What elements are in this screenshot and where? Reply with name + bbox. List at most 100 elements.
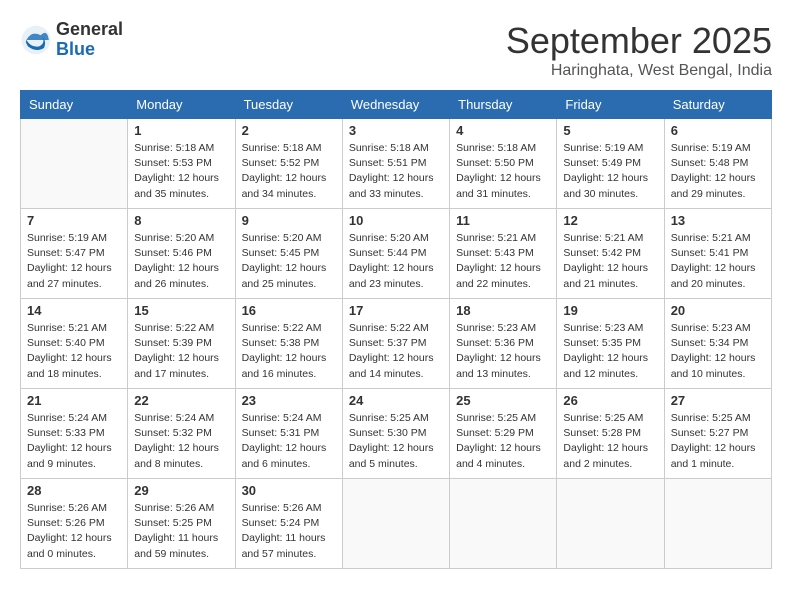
logo-text: General Blue (56, 20, 123, 60)
day-number: 8 (134, 213, 228, 228)
calendar-cell (664, 479, 771, 569)
day-info: Sunrise: 5:20 AM Sunset: 5:45 PM Dayligh… (242, 231, 336, 292)
page-header: General Blue September 2025 Haringhata, … (20, 20, 772, 80)
calendar-cell: 3 Sunrise: 5:18 AM Sunset: 5:51 PM Daylig… (342, 119, 449, 209)
day-info: Sunrise: 5:19 AM Sunset: 5:49 PM Dayligh… (563, 141, 657, 202)
calendar-cell: 24 Sunrise: 5:25 AM Sunset: 5:30 PM Dayli… (342, 389, 449, 479)
day-number: 15 (134, 303, 228, 318)
calendar-cell: 20Sunrise: 5:23 AM Sunset: 5:34 PM Dayli… (664, 299, 771, 389)
day-number: 18 (456, 303, 550, 318)
day-info: Sunrise: 5:24 AM Sunset: 5:33 PM Dayligh… (27, 411, 121, 472)
day-number: 16 (242, 303, 336, 318)
calendar-cell: 14Sunrise: 5:21 AM Sunset: 5:40 PM Dayli… (21, 299, 128, 389)
day-number: 2 (242, 123, 336, 138)
day-number: 11 (456, 213, 550, 228)
location: Haringhata, West Bengal, India (506, 62, 772, 80)
day-number: 23 (242, 393, 336, 408)
days-of-week-row: SundayMondayTuesdayWednesdayThursdayFrid… (21, 91, 772, 119)
calendar-cell: 4Sunrise: 5:18 AM Sunset: 5:50 PM Daylig… (450, 119, 557, 209)
day-number: 29 (134, 483, 228, 498)
calendar-header: SundayMondayTuesdayWednesdayThursdayFrid… (21, 91, 772, 119)
day-info: Sunrise: 5:21 AM Sunset: 5:41 PM Dayligh… (671, 231, 765, 292)
calendar-table: SundayMondayTuesdayWednesdayThursdayFrid… (20, 90, 772, 569)
day-info: Sunrise: 5:18 AM Sunset: 5:50 PM Dayligh… (456, 141, 550, 202)
calendar-cell: 18 Sunrise: 5:23 AM Sunset: 5:36 PM Dayli… (450, 299, 557, 389)
week-row-3: 14Sunrise: 5:21 AM Sunset: 5:40 PM Dayli… (21, 299, 772, 389)
day-number: 22 (134, 393, 228, 408)
calendar-cell: 10Sunrise: 5:20 AM Sunset: 5:44 PM Dayli… (342, 209, 449, 299)
calendar-cell: 6 Sunrise: 5:19 AM Sunset: 5:48 PM Daylig… (664, 119, 771, 209)
day-number: 5 (563, 123, 657, 138)
day-of-week-thursday: Thursday (450, 91, 557, 119)
day-info: Sunrise: 5:23 AM Sunset: 5:34 PM Dayligh… (671, 321, 765, 382)
calendar-cell: 17Sunrise: 5:22 AM Sunset: 5:37 PM Dayli… (342, 299, 449, 389)
day-info: Sunrise: 5:20 AM Sunset: 5:46 PM Dayligh… (134, 231, 228, 292)
calendar-cell: 25 Sunrise: 5:25 AM Sunset: 5:29 PM Dayli… (450, 389, 557, 479)
calendar-cell: 15Sunrise: 5:22 AM Sunset: 5:39 PM Dayli… (128, 299, 235, 389)
day-number: 9 (242, 213, 336, 228)
calendar-cell: 8 Sunrise: 5:20 AM Sunset: 5:46 PM Daylig… (128, 209, 235, 299)
calendar-cell: 19Sunrise: 5:23 AM Sunset: 5:35 PM Dayli… (557, 299, 664, 389)
day-info: Sunrise: 5:26 AM Sunset: 5:26 PM Dayligh… (27, 501, 121, 562)
calendar-cell: 22Sunrise: 5:24 AM Sunset: 5:32 PM Dayli… (128, 389, 235, 479)
day-info: Sunrise: 5:25 AM Sunset: 5:30 PM Dayligh… (349, 411, 443, 472)
day-number: 7 (27, 213, 121, 228)
day-number: 30 (242, 483, 336, 498)
day-number: 26 (563, 393, 657, 408)
calendar-cell: 2Sunrise: 5:18 AM Sunset: 5:52 PM Daylig… (235, 119, 342, 209)
calendar-cell: 7 Sunrise: 5:19 AM Sunset: 5:47 PM Daylig… (21, 209, 128, 299)
calendar-cell: 9 Sunrise: 5:20 AM Sunset: 5:45 PM Daylig… (235, 209, 342, 299)
week-row-4: 21 Sunrise: 5:24 AM Sunset: 5:33 PM Dayli… (21, 389, 772, 479)
day-info: Sunrise: 5:23 AM Sunset: 5:36 PM Dayligh… (456, 321, 550, 382)
calendar-cell: 12 Sunrise: 5:21 AM Sunset: 5:42 PM Dayli… (557, 209, 664, 299)
day-info: Sunrise: 5:25 AM Sunset: 5:27 PM Dayligh… (671, 411, 765, 472)
day-of-week-sunday: Sunday (21, 91, 128, 119)
day-info: Sunrise: 5:18 AM Sunset: 5:53 PM Dayligh… (134, 141, 228, 202)
day-number: 24 (349, 393, 443, 408)
week-row-5: 28 Sunrise: 5:26 AM Sunset: 5:26 PM Dayli… (21, 479, 772, 569)
day-number: 17 (349, 303, 443, 318)
day-info: Sunrise: 5:25 AM Sunset: 5:28 PM Dayligh… (563, 411, 657, 472)
day-info: Sunrise: 5:26 AM Sunset: 5:25 PM Dayligh… (134, 501, 228, 562)
calendar-cell: 30 Sunrise: 5:26 AM Sunset: 5:24 PM Dayli… (235, 479, 342, 569)
day-info: Sunrise: 5:25 AM Sunset: 5:29 PM Dayligh… (456, 411, 550, 472)
day-number: 13 (671, 213, 765, 228)
calendar-cell: 21 Sunrise: 5:24 AM Sunset: 5:33 PM Dayli… (21, 389, 128, 479)
calendar-cell: 1Sunrise: 5:18 AM Sunset: 5:53 PM Daylig… (128, 119, 235, 209)
day-info: Sunrise: 5:20 AM Sunset: 5:44 PM Dayligh… (349, 231, 443, 292)
day-number: 25 (456, 393, 550, 408)
day-number: 6 (671, 123, 765, 138)
day-info: Sunrise: 5:19 AM Sunset: 5:48 PM Dayligh… (671, 141, 765, 202)
day-of-week-wednesday: Wednesday (342, 91, 449, 119)
day-number: 3 (349, 123, 443, 138)
title-block: September 2025 Haringhata, West Bengal, … (506, 20, 772, 80)
calendar-cell: 16 Sunrise: 5:22 AM Sunset: 5:38 PM Dayli… (235, 299, 342, 389)
calendar-cell (450, 479, 557, 569)
day-info: Sunrise: 5:21 AM Sunset: 5:40 PM Dayligh… (27, 321, 121, 382)
day-number: 27 (671, 393, 765, 408)
day-number: 28 (27, 483, 121, 498)
day-info: Sunrise: 5:21 AM Sunset: 5:43 PM Dayligh… (456, 231, 550, 292)
calendar-cell (21, 119, 128, 209)
calendar-cell (342, 479, 449, 569)
day-info: Sunrise: 5:23 AM Sunset: 5:35 PM Dayligh… (563, 321, 657, 382)
week-row-2: 7 Sunrise: 5:19 AM Sunset: 5:47 PM Daylig… (21, 209, 772, 299)
day-number: 12 (563, 213, 657, 228)
day-info: Sunrise: 5:24 AM Sunset: 5:31 PM Dayligh… (242, 411, 336, 472)
calendar-cell (557, 479, 664, 569)
logo-icon (20, 24, 52, 56)
day-info: Sunrise: 5:26 AM Sunset: 5:24 PM Dayligh… (242, 501, 336, 562)
day-info: Sunrise: 5:22 AM Sunset: 5:38 PM Dayligh… (242, 321, 336, 382)
month-title: September 2025 (506, 20, 772, 62)
week-row-1: 1Sunrise: 5:18 AM Sunset: 5:53 PM Daylig… (21, 119, 772, 209)
calendar-cell: 5 Sunrise: 5:19 AM Sunset: 5:49 PM Daylig… (557, 119, 664, 209)
calendar-cell: 28 Sunrise: 5:26 AM Sunset: 5:26 PM Dayli… (21, 479, 128, 569)
calendar-cell: 27 Sunrise: 5:25 AM Sunset: 5:27 PM Dayli… (664, 389, 771, 479)
day-number: 21 (27, 393, 121, 408)
day-info: Sunrise: 5:19 AM Sunset: 5:47 PM Dayligh… (27, 231, 121, 292)
day-info: Sunrise: 5:21 AM Sunset: 5:42 PM Dayligh… (563, 231, 657, 292)
day-info: Sunrise: 5:18 AM Sunset: 5:51 PM Dayligh… (349, 141, 443, 202)
calendar-cell: 29 Sunrise: 5:26 AM Sunset: 5:25 PM Dayli… (128, 479, 235, 569)
day-of-week-monday: Monday (128, 91, 235, 119)
day-of-week-tuesday: Tuesday (235, 91, 342, 119)
